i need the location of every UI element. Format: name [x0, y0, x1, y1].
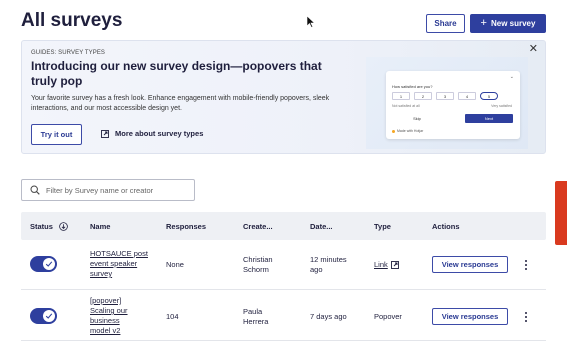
cursor-icon — [307, 16, 315, 28]
preview-rating-option: 1 — [392, 92, 410, 100]
sort-icon[interactable] — [59, 221, 68, 231]
preview-survey-card: ⌄ How satisfied are you? 1 2 3 4 5 Not s… — [386, 71, 520, 139]
preview-made-with-label: Made with Hotjar — [397, 129, 424, 133]
table-row: [popover] Scaling our business model v2 … — [21, 290, 546, 341]
responses-count: 104 — [166, 312, 179, 321]
preview-high-label: Very satisfied — [491, 104, 512, 108]
survey-type: Popover — [374, 312, 402, 321]
survey-type-label[interactable]: Link — [374, 260, 388, 270]
date-created: 7 days ago — [310, 312, 347, 321]
search-input[interactable] — [46, 185, 186, 195]
close-icon[interactable]: ✕ — [529, 44, 538, 55]
popover-preview-image: ⌄ How satisfied are you? 1 2 3 4 5 Not s… — [366, 57, 528, 149]
survey-name-link[interactable]: HOTSAUCE post event speaker survey — [90, 249, 152, 279]
view-responses-button[interactable]: View responses — [432, 308, 508, 325]
status-toggle[interactable] — [30, 308, 57, 324]
hotjar-logo-icon — [392, 129, 395, 133]
column-header-type[interactable]: Type — [374, 222, 391, 231]
banner-kicker: GUIDES: SURVEY TYPES — [31, 50, 106, 56]
column-header-responses[interactable]: Responses — [166, 222, 206, 231]
kebab-icon[interactable] — [521, 310, 531, 324]
preview-close-icon: ⌄ — [509, 74, 514, 80]
external-link-icon — [390, 261, 399, 269]
toggle-knob — [43, 258, 55, 270]
status-toggle[interactable] — [30, 256, 57, 272]
search-field[interactable] — [21, 179, 195, 201]
column-header-creator[interactable]: Create... — [243, 222, 273, 231]
preview-rating-options: 1 2 3 4 5 — [392, 92, 498, 100]
plus-icon: + — [480, 17, 487, 29]
column-header-status[interactable]: Status — [30, 222, 68, 231]
banner-title: Introducing our new survey design—popove… — [31, 59, 322, 88]
column-label: Status — [30, 221, 53, 231]
feedback-side-tab[interactable] — [555, 181, 567, 245]
share-button[interactable]: Share — [426, 14, 465, 33]
page-title: All surveys — [21, 10, 123, 31]
new-survey-label: New survey — [490, 19, 536, 28]
preview-skip-button: Skip — [413, 116, 421, 121]
preview-low-label: Not satisfied at all — [392, 104, 420, 108]
surveys-table: Status Name Responses Create... Date... … — [21, 212, 546, 341]
new-survey-button[interactable]: + New survey — [470, 14, 546, 33]
table-header: Status Name Responses Create... Date... … — [21, 212, 546, 240]
try-it-out-button[interactable]: Try it out — [31, 124, 82, 145]
check-icon — [45, 313, 53, 319]
preview-rating-option: 3 — [436, 92, 454, 100]
kebab-icon[interactable] — [521, 258, 531, 272]
responses-count: None — [166, 260, 184, 269]
date-created: 12 minutes ago — [310, 255, 347, 274]
more-about-label: More about survey types — [115, 129, 204, 138]
preview-next-button: Next — [465, 114, 513, 123]
preview-made-with: Made with Hotjar — [392, 129, 423, 133]
preview-rating-option-selected: 5 — [480, 92, 498, 100]
creator-name: Christian Schorm — [243, 255, 273, 274]
preview-question: How satisfied are you? — [392, 84, 433, 89]
survey-types-banner: ✕ GUIDES: SURVEY TYPES Introducing our n… — [21, 40, 546, 154]
banner-description: Your favorite survey has a fresh look. E… — [31, 95, 330, 112]
survey-type[interactable]: Link — [374, 260, 399, 270]
check-icon — [45, 261, 53, 267]
table-row: HOTSAUCE post event speaker survey None … — [21, 240, 546, 290]
preview-rating-option: 2 — [414, 92, 432, 100]
creator-name: Paula Herrera — [243, 307, 269, 326]
external-link-icon — [101, 129, 109, 138]
preview-rating-option: 4 — [458, 92, 476, 100]
survey-name-link[interactable]: [popover] Scaling our business model v2 — [90, 296, 142, 336]
column-header-actions: Actions — [432, 221, 460, 231]
search-icon — [30, 185, 40, 195]
column-header-name[interactable]: Name — [90, 222, 110, 231]
more-about-survey-types-link[interactable]: More about survey types — [101, 129, 203, 138]
view-responses-button[interactable]: View responses — [432, 256, 508, 273]
column-header-date[interactable]: Date... — [310, 222, 333, 231]
toggle-knob — [43, 310, 55, 322]
